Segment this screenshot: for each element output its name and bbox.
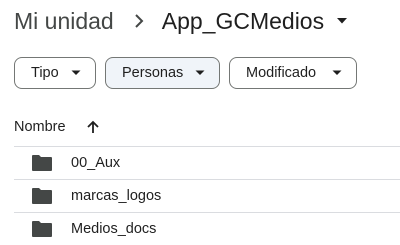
item-name: Medios_docs [71,221,157,237]
column-header-nombre[interactable]: Nombre [14,116,100,138]
folder-icon [31,220,53,238]
filter-tipo-chip[interactable]: Tipo [14,57,96,89]
filter-tipo-label: Tipo [31,65,59,81]
list-item[interactable]: marcas_logos [0,180,400,212]
item-name: marcas_logos [71,188,162,204]
folder-icon [31,187,53,205]
item-name: 00_Aux [71,155,121,171]
filter-personas-label: Personas [122,65,184,81]
arrow-up-icon[interactable] [86,120,100,134]
current-folder-label: App_GCMedios [161,7,325,34]
list-item[interactable]: Medios_docs [0,213,400,245]
folder-icon [31,154,53,172]
caret-down-icon [332,70,342,76]
chevron-right-icon [134,13,144,29]
filter-personas-chip[interactable]: Personas [105,57,220,89]
list-item[interactable]: 00_Aux [0,147,400,179]
breadcrumb-mi-unidad[interactable]: Mi unidad [14,8,114,35]
breadcrumb: Mi unidad App_GCMedios [14,4,348,38]
filter-modificado-label: Modificado [246,65,317,81]
filter-modificado-chip[interactable]: Modificado [229,57,357,89]
breadcrumb-current-folder[interactable]: App_GCMedios [162,8,348,35]
caret-down-icon [336,17,348,25]
caret-down-icon [195,70,205,76]
caret-down-icon [71,70,81,76]
column-header-label: Nombre [14,119,66,135]
